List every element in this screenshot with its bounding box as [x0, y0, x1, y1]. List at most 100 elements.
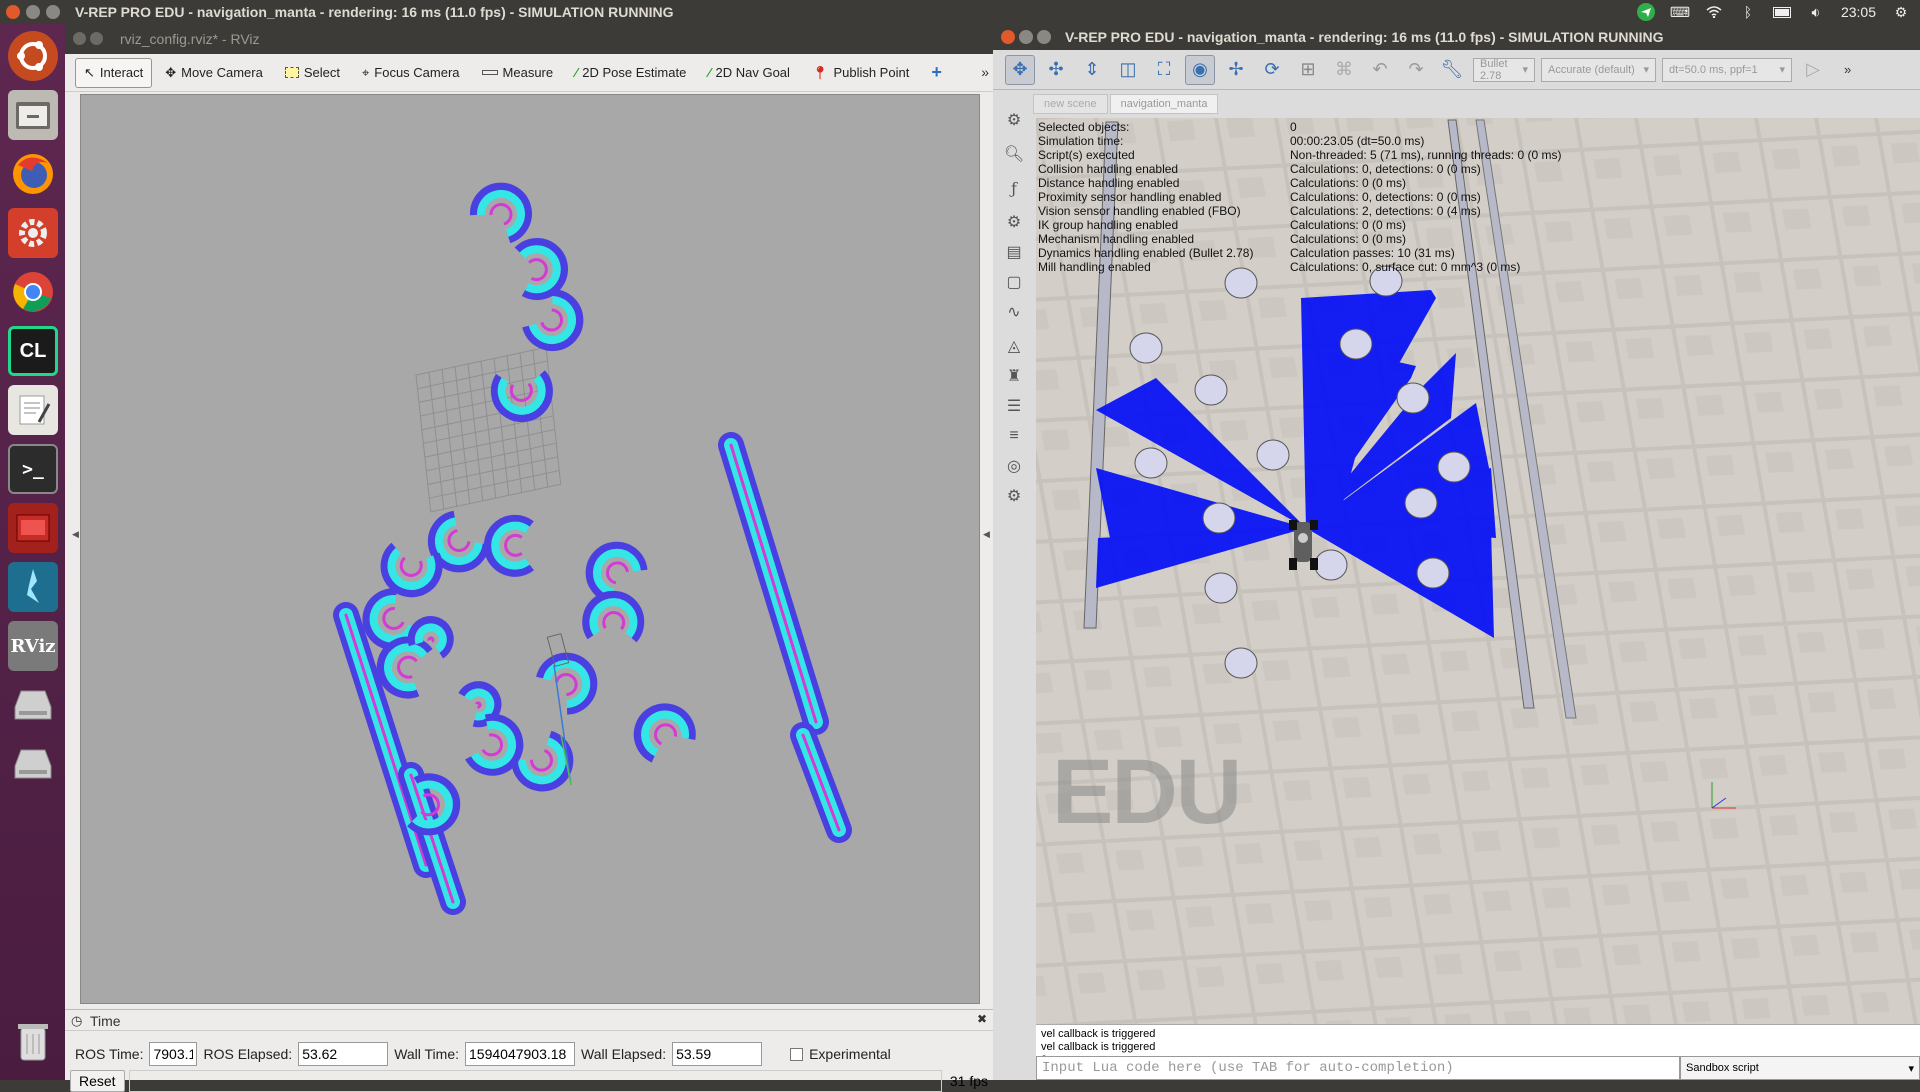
physics-engine-select[interactable]: Bullet 2.78 ▾ — [1473, 57, 1535, 82]
close-window-button[interactable] — [6, 5, 20, 19]
tab-navigation-manta[interactable]: navigation_manta — [1109, 94, 1219, 114]
object-rotate-icon[interactable]: ⟳ — [1257, 55, 1287, 85]
close-panel-button[interactable]: ✖ — [977, 1012, 987, 1026]
toolbar-overflow-icon-vrep[interactable]: » — [1844, 62, 1851, 77]
focus-camera-tool[interactable]: ⌖ Focus Camera — [353, 58, 469, 88]
reset-button[interactable]: Reset — [70, 1070, 125, 1092]
terminal-icon[interactable]: >_ — [8, 444, 58, 494]
vrep-minimize-button[interactable] — [1019, 30, 1033, 44]
tab-new-scene[interactable]: new scene — [1033, 94, 1108, 114]
experimental-checkbox[interactable] — [790, 1047, 804, 1061]
camera-shift-icon[interactable]: ⇕ — [1077, 55, 1107, 85]
wall-elapsed-field[interactable] — [672, 1042, 763, 1066]
obstacle-blob — [633, 703, 696, 763]
fit-to-view-icon[interactable]: ⛶ — [1149, 55, 1179, 85]
video-recorder-icon[interactable]: ◎ — [1002, 454, 1026, 478]
wall-time-field[interactable] — [465, 1042, 576, 1066]
move-camera-tool[interactable]: ✥ Move Camera — [156, 58, 272, 88]
screenshot-app-icon[interactable] — [8, 503, 58, 553]
dash-icon[interactable] — [8, 31, 58, 81]
disk-icon-2[interactable] — [8, 739, 58, 789]
volume-icon[interactable]: 🔉︎ — [1807, 4, 1825, 20]
scene-viewport[interactable]: EDU Selected objects: Simulation time: Scr… — [1036, 118, 1920, 1024]
move-icon: ✥ — [165, 64, 177, 80]
user-settings-icon[interactable]: ⚙ — [1002, 484, 1026, 508]
shapes-icon[interactable]: ◬ — [1002, 334, 1026, 358]
3d-viewport[interactable] — [80, 94, 980, 1004]
settings-icon[interactable] — [8, 208, 58, 258]
lua-input[interactable]: Input Lua code here (use TAB for auto-co… — [1036, 1056, 1680, 1080]
costmap-render[interactable] — [81, 95, 981, 1005]
transfer-dna-icon[interactable]: ⌘ — [1329, 55, 1359, 85]
nav-goal-tool[interactable]: ⁄ 2D Nav Goal — [699, 58, 799, 88]
vrep-close-button[interactable] — [1001, 30, 1015, 44]
pose-estimate-label: 2D Pose Estimate — [582, 65, 687, 80]
info-label: Collision handling enabled — [1038, 162, 1179, 176]
telegram-icon[interactable] — [1636, 3, 1655, 21]
click-select-icon[interactable]: ◉ — [1185, 54, 1215, 85]
ros-time-field[interactable] — [149, 1042, 198, 1066]
script-select[interactable]: Sandbox script ▾ — [1680, 1056, 1920, 1080]
scene-settings-icon[interactable]: ⚙ — [1002, 108, 1026, 132]
timestep-select[interactable]: dt=50.0 ms, ppf=1 ▾ — [1662, 57, 1792, 82]
model-browser-icon[interactable]: ♜ — [1002, 364, 1026, 388]
minimize-window-button[interactable] — [26, 5, 40, 19]
engine-settings-icon[interactable]: 🔧︎ — [1437, 55, 1467, 85]
rviz-minimize-button[interactable] — [90, 32, 103, 45]
object-shift-icon[interactable]: ✢ — [1221, 55, 1251, 85]
ros-elapsed-field[interactable] — [298, 1042, 389, 1066]
left-dock-handle[interactable]: ◀ — [72, 529, 79, 540]
cursor-icon: ↖ — [84, 64, 95, 80]
collections-icon[interactable]: ▢ — [1002, 270, 1026, 294]
maximize-window-button[interactable] — [46, 5, 60, 19]
vrep-maximize-button[interactable] — [1037, 30, 1051, 44]
rviz-close-button[interactable] — [73, 32, 86, 45]
files-icon[interactable] — [8, 90, 58, 140]
hierarchy-icon[interactable]: ☰ — [1002, 394, 1026, 418]
function-icon[interactable]: ƒ — [1002, 176, 1026, 200]
clion-icon[interactable]: CL — [8, 326, 58, 376]
cylinder-obstacle — [1396, 382, 1430, 414]
chrome-icon[interactable] — [8, 267, 58, 317]
disk-icon[interactable] — [8, 680, 58, 730]
text-editor-icon[interactable] — [8, 385, 58, 435]
battery-icon[interactable] — [1772, 5, 1791, 19]
time-fields: ROS Time: ROS Elapsed: Wall Time: Wall E… — [75, 1042, 891, 1066]
undo-icon[interactable]: ↶ — [1365, 55, 1395, 85]
interact-tool[interactable]: ↖ Interact — [75, 57, 153, 88]
toolbar-overflow-icon[interactable]: » — [981, 64, 989, 80]
publish-point-label: Publish Point — [833, 65, 910, 80]
rviz-icon[interactable]: RViz — [8, 621, 58, 671]
assemble-icon[interactable]: ⊞ — [1293, 55, 1323, 85]
clock[interactable]: 23:05 — [1841, 4, 1876, 20]
select-tool[interactable]: Select — [276, 58, 349, 88]
measure-tool[interactable]: Measure — [473, 58, 563, 88]
ruler-icon — [481, 70, 498, 75]
publish-point-tool[interactable]: 📍︎ Publish Point — [803, 58, 918, 88]
object-properties-icon[interactable]: ⚙ — [1002, 210, 1026, 234]
keyboard-icon[interactable]: ⌨ — [1670, 4, 1690, 20]
add-tool-button[interactable]: + — [922, 58, 951, 88]
layers-icon[interactable]: ≡ — [1002, 424, 1026, 448]
info-value: Calculations: 0, detections: 0 (0 ms) — [1290, 190, 1481, 204]
firefox-icon[interactable] — [8, 149, 58, 199]
wifi-icon[interactable] — [1705, 5, 1723, 19]
path-icon[interactable]: ∿ — [1002, 300, 1026, 324]
zoom-icon[interactable]: 🔍︎ — [1002, 142, 1026, 166]
camera-rotate-icon[interactable]: ✣ — [1041, 55, 1071, 85]
v-rep-icon[interactable] — [8, 562, 58, 612]
play-icon[interactable]: ▷ — [1798, 55, 1828, 85]
bluetooth-icon[interactable]: ᛒ — [1739, 4, 1757, 20]
obstacle-blob — [469, 182, 532, 244]
clion-label: CL — [19, 339, 47, 362]
camera-pan-icon[interactable]: ✥ — [1005, 54, 1035, 85]
gear-icon[interactable]: ⚙ — [1892, 4, 1910, 20]
pose-estimate-tool[interactable]: ⁄ 2D Pose Estimate — [566, 58, 695, 88]
ros-time-label: ROS Time: — [75, 1046, 144, 1062]
calc-modules-icon[interactable]: ▤ — [1002, 240, 1026, 264]
trash-icon[interactable] — [8, 1017, 58, 1067]
camera-angle-icon[interactable]: ◫ — [1113, 55, 1143, 85]
accuracy-select[interactable]: Accurate (default) ▾ — [1541, 57, 1656, 82]
redo-icon[interactable]: ↷ — [1401, 55, 1431, 85]
right-dock-handle[interactable]: ◀ — [983, 529, 990, 540]
